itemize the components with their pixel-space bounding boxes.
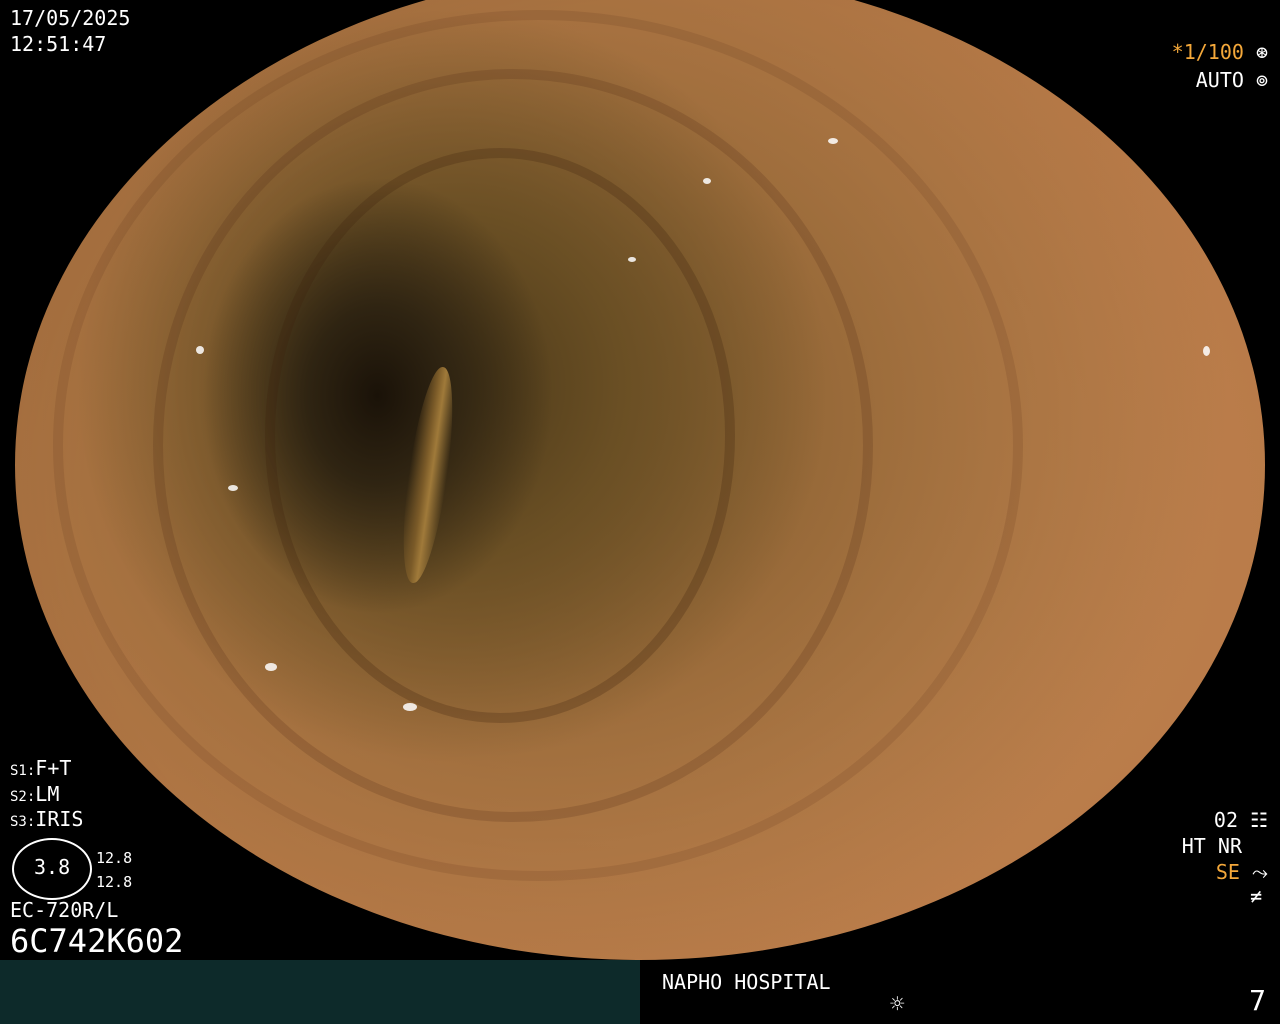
switch-2: S2:LM: [10, 782, 59, 810]
s1-value: F+T: [35, 756, 72, 780]
footer-left-panel: [0, 960, 640, 1024]
auto-readout: AUTO ⊚: [1196, 68, 1268, 93]
s2-value: LM: [35, 782, 60, 806]
scope-model: EC-720R/L: [10, 898, 119, 922]
ht-text: HT: [1181, 834, 1206, 858]
s2-label: S2:: [10, 789, 36, 805]
iris-icon: ⊚: [1255, 68, 1268, 92]
mode-code: 02: [1213, 808, 1239, 832]
hospital-name: NAPHO HOSPITAL: [662, 970, 831, 994]
s1-label: S1:: [10, 763, 36, 779]
gauge-value: 3.8: [34, 855, 71, 879]
light-reflection: [627, 257, 636, 263]
shutter-readout: *1/100 ⊛: [1172, 40, 1268, 65]
switch-3: S3:IRIS: [10, 807, 83, 835]
settings-icon: ☷: [1250, 808, 1268, 832]
light-reflection: [402, 702, 417, 711]
time-text: 12:51:47: [10, 32, 107, 56]
switch-1: S1:F+T: [10, 756, 71, 784]
date-text: 17/05/2025: [10, 6, 131, 30]
light-reflection: [702, 177, 711, 184]
image-counter: 7: [1249, 984, 1266, 1017]
shutter-text: *1/100: [1171, 40, 1244, 64]
se-readout: SE ⤳: [1216, 860, 1268, 885]
s3-label: S3:: [10, 814, 36, 830]
mode-readout: 02 ☷: [1214, 808, 1268, 833]
gauge-bottom-value: 12.8: [96, 873, 133, 891]
light-reflection: [265, 663, 277, 671]
processing-readout: HT NR: [1182, 834, 1242, 859]
brightness-icon: ☼: [890, 990, 905, 1018]
filter-icon: ≠: [1249, 884, 1262, 908]
aperture-icon: ⊛: [1255, 40, 1268, 64]
enhance-icon: ⤳: [1252, 860, 1268, 884]
se-text: SE: [1215, 860, 1240, 884]
scope-serial: 6C742K602: [10, 922, 184, 960]
auto-text: AUTO: [1195, 68, 1244, 92]
gauge-top-value: 12.8: [96, 849, 133, 867]
zoom-gauge: 3.8: [12, 838, 92, 900]
light-reflection: [227, 484, 238, 491]
light-reflection: [827, 138, 838, 145]
light-reflection: [1202, 346, 1210, 357]
s3-value: IRIS: [35, 807, 84, 831]
mucosal-fold-inner: [265, 148, 735, 723]
endoscopy-view: [15, 0, 1265, 960]
light-reflection: [152, 88, 161, 95]
nr-text: NR: [1217, 834, 1242, 858]
footer-right-panel: NAPHO HOSPITAL ☼ 7: [640, 960, 1280, 1024]
